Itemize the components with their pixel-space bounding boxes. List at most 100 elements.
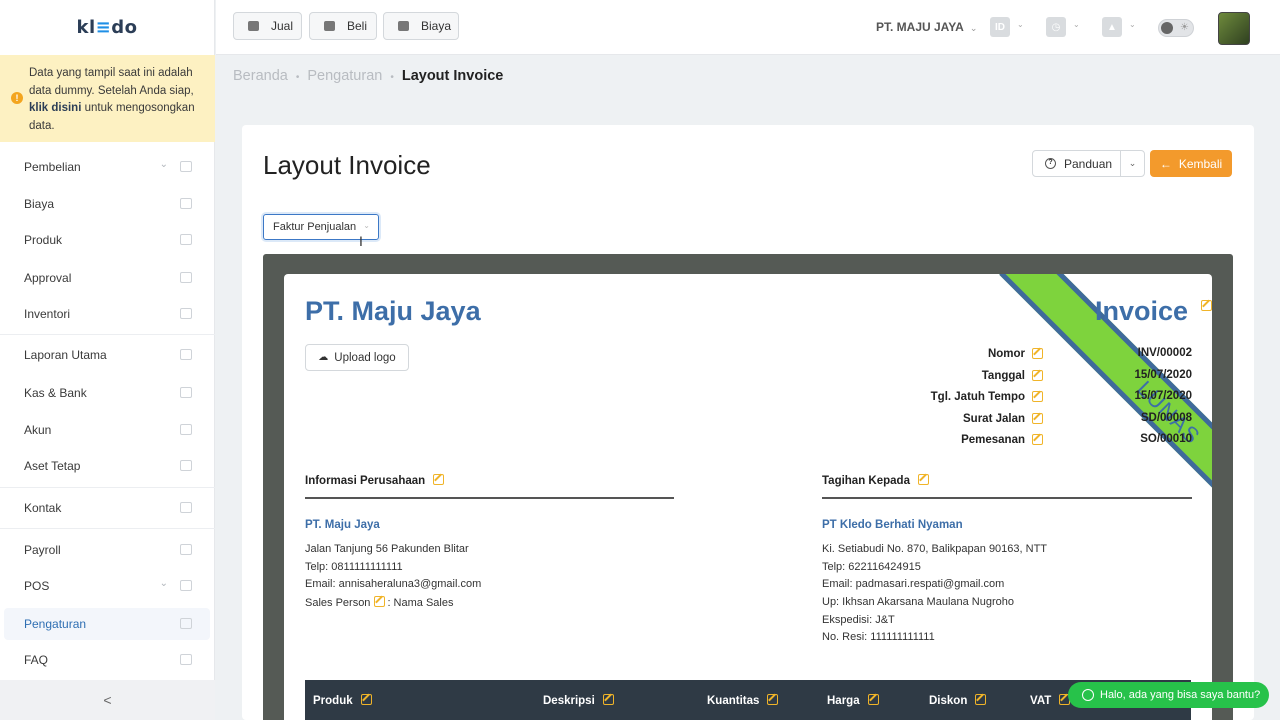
user-avatar[interactable] (1218, 12, 1250, 45)
app-logo[interactable]: kl ≡ do (0, 0, 214, 55)
sidebar-item-kontak[interactable]: Kontak (4, 492, 210, 524)
column-kuantitas: Kuantitas (707, 694, 779, 707)
kembali-button[interactable]: ← Kembali (1150, 150, 1232, 177)
chevron-down-icon: ⌄ (969, 23, 978, 33)
sidebar-item-approval[interactable]: Approval (4, 262, 210, 294)
edit-icon[interactable] (867, 694, 879, 705)
sales-person-label: Sales Person (305, 597, 371, 609)
seller-name: PT. Maju Jaya (305, 519, 380, 531)
meta-label-nomor: Nomor (987, 348, 1025, 360)
edit-icon[interactable] (602, 694, 614, 705)
sidebar-item-label: Laporan Utama (24, 348, 107, 362)
topbar: Jual Beli Biaya PT. MAJU JAYA ⌄ ID ⌄ ◷ ⌄ … (216, 0, 1280, 55)
chevron-down-icon: ⌄ (1073, 20, 1080, 29)
theme-toggle[interactable]: ☀ (1158, 19, 1194, 37)
sidebar-item-pos[interactable]: POS ⌄ (4, 570, 210, 602)
meta-value-jatuh-tempo: 15/07/2020 (1134, 390, 1192, 402)
section-divider (822, 497, 1192, 499)
sidebar-item-produk[interactable]: Produk (4, 224, 210, 256)
panduan-button[interactable]: ? Panduan ⌄ (1032, 150, 1145, 177)
breadcrumb-home[interactable]: Beranda (233, 68, 288, 84)
bell-icon[interactable]: ▲ (1102, 17, 1122, 37)
beli-button[interactable]: Beli (309, 12, 377, 40)
sidebar-item-pembelian[interactable]: Pembelian ⌄ (4, 151, 210, 183)
bag-icon (180, 161, 192, 172)
sidebar-item-biaya[interactable]: Biaya (4, 188, 210, 220)
upload-logo-button[interactable]: ☁ Upload logo (305, 344, 409, 371)
seller-email: Email: annisaheraluna3@gmail.com (305, 578, 482, 590)
sidebar-item-kas-bank[interactable]: Kas & Bank (4, 377, 210, 409)
gear-icon (180, 618, 192, 629)
jual-button[interactable]: Jual (233, 12, 302, 40)
page-title: Layout Invoice (263, 150, 431, 180)
edit-icon[interactable] (1032, 370, 1043, 381)
edit-icon[interactable] (374, 596, 386, 607)
clock-icon[interactable]: ◷ (1046, 17, 1066, 37)
meta-value-pemesanan: SO/00010 (1140, 433, 1192, 445)
breadcrumb-parent[interactable]: Pengaturan (307, 68, 382, 84)
column-produk: Produk (313, 694, 372, 707)
main-card: Layout Invoice ? Panduan ⌄ ← Kembali Fakt… (242, 125, 1254, 720)
sidebar-item-aset-tetap[interactable]: Aset Tetap (4, 450, 210, 482)
sidebar-item-label: Biaya (24, 197, 55, 211)
buyer-name: PT Kledo Berhati Nyaman (822, 519, 963, 531)
sidebar: kl ≡ do ! Data yang tampil saat ini adalah… (0, 0, 215, 720)
edit-icon[interactable] (917, 474, 929, 485)
warning-icon: ! (11, 92, 23, 104)
sidebar-item-inventori[interactable]: Inventori (4, 298, 210, 330)
whatsapp-icon (1082, 689, 1094, 701)
sidebar-item-pengaturan[interactable]: Pengaturan (4, 608, 210, 640)
language-selector[interactable]: ID (990, 17, 1010, 37)
text-cursor-icon: I (359, 233, 363, 249)
edit-icon[interactable] (360, 694, 372, 705)
edit-icon[interactable] (1201, 300, 1212, 311)
invoice-title-text: Invoice (1094, 296, 1188, 326)
language-code: ID (995, 21, 1005, 33)
sidebar-collapse-button[interactable]: < (0, 680, 215, 720)
company-selector[interactable]: PT. MAJU JAYA ⌄ (876, 20, 977, 34)
arrow-left-icon: ← (1159, 156, 1172, 171)
edit-icon[interactable] (1032, 348, 1043, 359)
biaya-button[interactable]: Biaya (383, 12, 459, 40)
edit-icon[interactable] (1032, 391, 1043, 402)
sidebar-item-akun[interactable]: Akun (4, 414, 210, 446)
edit-icon[interactable] (767, 694, 779, 705)
clear-data-link[interactable]: klik disini (29, 102, 81, 114)
account-icon (180, 424, 192, 435)
invoice-paper: PT. Maju Jaya ☁ Upload logo LUNAS Invoice… (284, 274, 1212, 720)
card-icon (180, 198, 192, 209)
column-label: VAT (1030, 695, 1052, 707)
menu-divider (0, 487, 215, 488)
edit-icon[interactable] (975, 694, 987, 705)
column-label: Kuantitas (707, 695, 760, 707)
chevron-down-icon: ⌄ (363, 221, 370, 230)
sidebar-item-laporan-utama[interactable]: Laporan Utama (4, 339, 210, 371)
breadcrumb-current: Layout Invoice (401, 68, 504, 84)
billing-heading: Tagihan Kepada (822, 474, 929, 487)
column-label: Diskon (929, 695, 968, 707)
edit-icon[interactable] (1032, 434, 1043, 445)
chevron-down-icon[interactable]: ⌄ (1120, 151, 1144, 176)
menu-divider (0, 334, 215, 335)
dummy-data-notice: ! Data yang tampil saat ini adalah data … (0, 55, 215, 142)
help-icon: ? (1045, 158, 1056, 169)
sidebar-item-payroll[interactable]: Payroll (4, 534, 210, 566)
card-icon (398, 21, 409, 31)
chevron-left-icon: < (103, 692, 112, 708)
edit-icon[interactable] (433, 474, 445, 485)
company-name: PT. MAJU JAYA (876, 20, 964, 34)
sidebar-item-label: POS (24, 579, 50, 593)
pos-icon (180, 580, 192, 591)
notice-text-before: Data yang tampil saat ini adalah data du… (29, 67, 194, 97)
kembali-label: Kembali (1178, 156, 1223, 171)
chart-icon (180, 349, 192, 360)
column-deskripsi: Deskripsi (543, 694, 614, 707)
sales-person-line: Sales Person: Nama Sales (305, 596, 453, 609)
sidebar-item-label: Kas & Bank (24, 386, 87, 400)
building-icon (180, 460, 192, 471)
section-divider (305, 497, 674, 499)
edit-icon[interactable] (1032, 413, 1043, 424)
chat-help-button[interactable]: Halo, ada yang bisa saya bantu? (1068, 682, 1269, 708)
sidebar-item-faq[interactable]: FAQ (4, 644, 210, 676)
panduan-label: Panduan (1064, 156, 1113, 171)
